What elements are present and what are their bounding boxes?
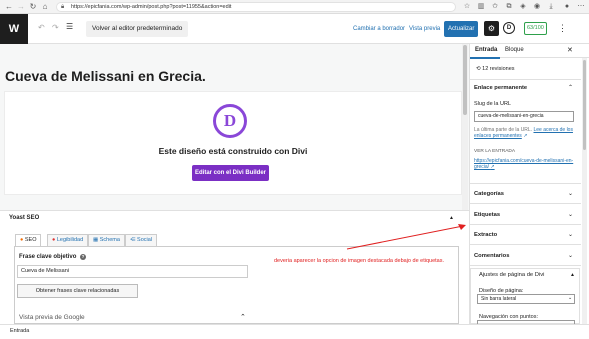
chevron-down-icon[interactable]: ⌄ [568, 252, 573, 259]
yoast-title[interactable]: Yoast SEO [9, 215, 39, 221]
editor-header: W ↶ ↷ ☰ Volver al editor predeterminado … [0, 14, 589, 44]
divider [470, 203, 581, 204]
tab-social[interactable]: ⋲ Social [125, 234, 158, 246]
slug-input[interactable]: cueva-de-melissani-en-grecia [474, 111, 574, 122]
revisions-link[interactable]: ⟲ 12 revisiones [476, 66, 515, 72]
schema-icon: ▦ [93, 237, 99, 243]
related-keyphrases-button[interactable]: Obtener frases clave relacionadas [17, 284, 138, 298]
tab-schema[interactable]: ▦ Schema [88, 234, 125, 246]
divider [470, 265, 581, 266]
chevron-down-icon[interactable]: ⌄ [568, 295, 572, 301]
post-title[interactable]: Cueva de Melissani en Grecia. [5, 68, 206, 84]
focus-keyphrase-label: Frase clave objetivo ? [19, 254, 87, 260]
main-scrollbar-thumb[interactable] [463, 45, 467, 115]
slug-label: Slug de la URL [474, 101, 511, 107]
list-view-icon[interactable]: ☰ [66, 22, 73, 31]
permalink-url[interactable]: https://epicfania.com/cueva-de-melissani… [474, 158, 578, 170]
divi-settings-title[interactable]: Ajustes de página de Divi [479, 272, 544, 278]
permalink-url-text: https://epicfania.com/cueva-de-melissani… [474, 158, 574, 170]
annotation-arrow [346, 224, 466, 250]
divi-icon[interactable]: D [503, 22, 515, 34]
tab-seo-label: SEO [24, 237, 37, 243]
chevron-up-icon[interactable]: ⌃ [568, 84, 573, 91]
annotation-note: deveria aparecer la opcion de imagen des… [274, 258, 445, 264]
chevron-down-icon[interactable]: ⌄ [568, 231, 573, 238]
share-icon: ⋲ [130, 237, 136, 243]
switch-to-draft-button[interactable]: Cambiar a borrador [353, 22, 405, 36]
tab-social-label: Social [137, 237, 153, 243]
slug-help-text: La última parte de la URL. Lee acerca de… [474, 127, 578, 139]
tags-panel[interactable]: Etiquetas [474, 212, 500, 218]
wordpress-logo[interactable]: W [0, 14, 28, 44]
undo-icon[interactable]: ↶ [38, 23, 45, 32]
readability-status-icon: ● [52, 237, 56, 243]
comments-panel[interactable]: Comentarios [474, 253, 509, 259]
more-icon[interactable]: ⋯ [576, 2, 586, 12]
focus-keyphrase-input[interactable]: Cueva de Melissani [17, 265, 248, 278]
divider [470, 79, 581, 80]
divi-message: Este diseño está construido con Divi [158, 146, 308, 156]
tab-readability[interactable]: ● Legibilidad [47, 234, 89, 246]
profile-icon[interactable]: ◉ [532, 2, 542, 12]
lock-icon: 🔒︎ [61, 4, 65, 10]
chevron-down-icon[interactable]: ⌄ [568, 211, 573, 218]
favorites-icon[interactable]: ✩ [490, 2, 500, 12]
preview-button[interactable]: Vista previa [409, 22, 440, 36]
view-post-label: VER LA ENTRADA [474, 149, 516, 154]
divi-logo: D [213, 104, 247, 138]
collapse-icon[interactable]: ▲ [570, 272, 575, 278]
redo-icon[interactable]: ↷ [52, 23, 59, 32]
tab-seo[interactable]: ● SEO [15, 234, 42, 246]
url-text: https://epicfania.com/wp-admin/post.php?… [71, 4, 232, 10]
focus-keyphrase-text: Frase clave objetivo [19, 254, 77, 260]
extensions-icon[interactable]: ◈ [518, 2, 528, 12]
update-button[interactable]: Actualizar [444, 21, 479, 37]
page-layout-select[interactable]: Sin barra lateral [477, 294, 575, 304]
classic-editor-button[interactable]: Volver al editor predeterminado [86, 21, 189, 37]
split-icon[interactable]: ▥ [476, 2, 486, 12]
refresh-icon[interactable]: ↻ [28, 2, 38, 12]
permalink-heading[interactable]: Enlace permanente [474, 85, 527, 91]
active-tab-indicator [470, 57, 500, 59]
download-icon[interactable]: ⤓ [546, 2, 556, 12]
external-link-icon: ↗ [523, 133, 528, 139]
history-icon: ⟲ [476, 66, 481, 72]
address-bar[interactable]: 🔒︎ https://epicfania.com/wp-admin/post.p… [56, 2, 456, 12]
categories-panel[interactable]: Categorías [474, 191, 504, 197]
collapse-icon[interactable]: ▲ [449, 215, 454, 221]
external-link-icon: ↗ [490, 164, 495, 170]
sidebar-scrollbar-thumb[interactable] [583, 60, 586, 150]
seo-status-icon: ● [20, 237, 24, 243]
google-preview-title[interactable]: Vista previa de Google [19, 314, 85, 321]
tab-post[interactable]: Entrada [475, 47, 497, 53]
home-icon[interactable]: ⌂ [40, 2, 50, 12]
close-icon[interactable]: ✕ [567, 46, 573, 54]
divider [470, 183, 581, 184]
collections-icon[interactable]: ⧉ [504, 2, 514, 12]
options-icon[interactable]: ⋮ [558, 22, 567, 35]
chevron-down-icon[interactable]: ⌄ [568, 190, 573, 197]
avatar[interactable]: ● [562, 2, 572, 12]
edit-with-divi-button[interactable]: Editar con el Divi Builder [192, 165, 269, 181]
breadcrumb[interactable]: Entrada [10, 328, 29, 334]
divider [470, 224, 581, 225]
excerpt-panel[interactable]: Extracto [474, 232, 497, 238]
tab-readability-label: Legibilidad [56, 237, 84, 243]
chevron-up-icon[interactable]: ⌃ [240, 313, 246, 321]
back-icon[interactable]: ← [4, 2, 14, 12]
tab-schema-label: Schema [99, 237, 120, 243]
editor-footer [0, 324, 589, 339]
star-icon[interactable]: ☆ [462, 2, 472, 12]
forward-icon[interactable]: → [16, 2, 26, 12]
seo-score-badge[interactable]: 63/100 [524, 22, 547, 35]
divider [470, 244, 581, 245]
tab-block[interactable]: Bloque [505, 47, 524, 53]
help-icon[interactable]: ? [80, 254, 87, 260]
revisions-label: 12 revisiones [482, 66, 515, 72]
settings-icon[interactable]: ⚙ [484, 21, 499, 36]
